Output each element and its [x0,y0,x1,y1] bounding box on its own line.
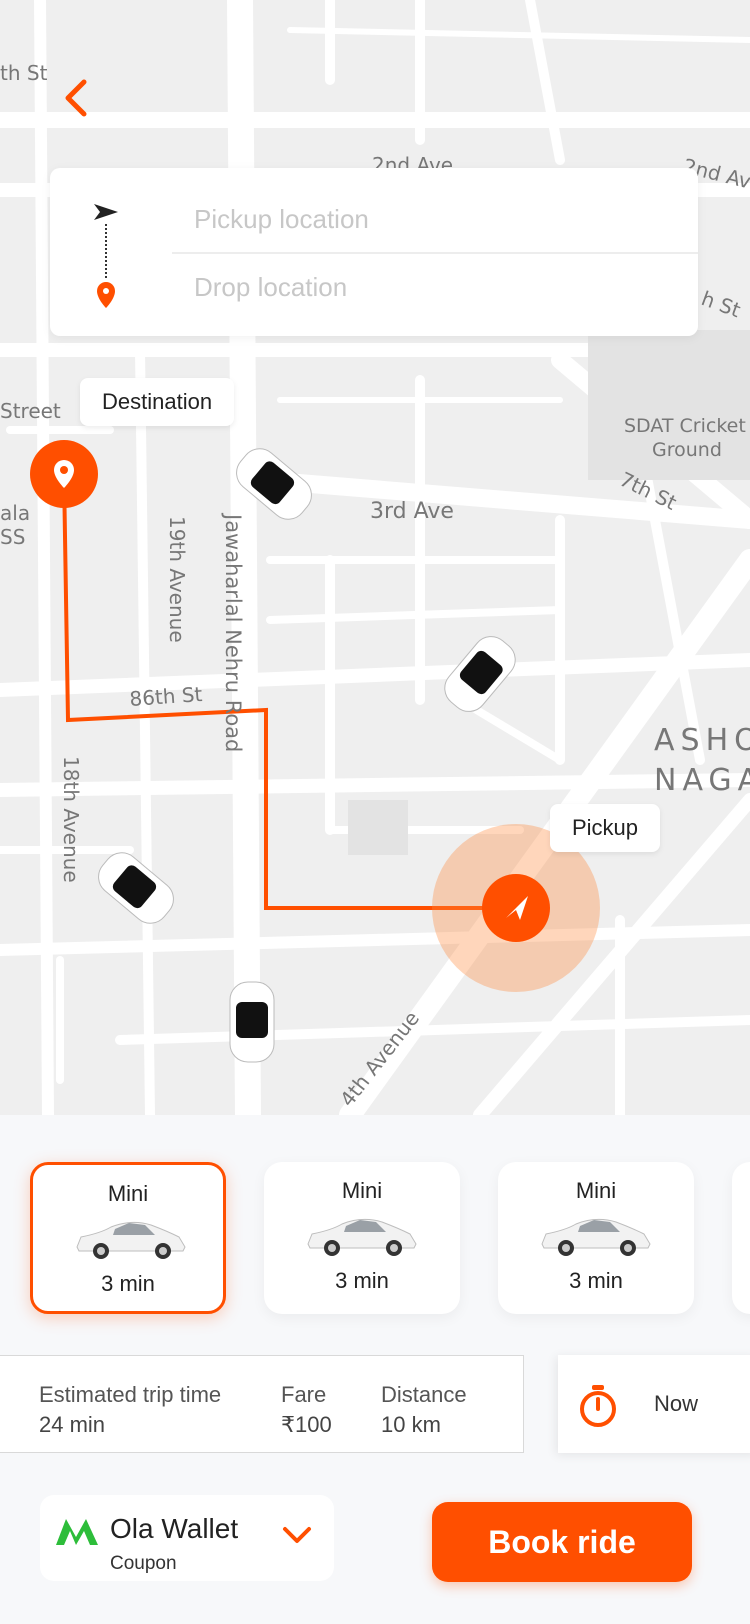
ride-name: Mini [341,1178,383,1203]
ride-eta: 3 min [569,1268,623,1293]
distance: Distance 10 km [381,1380,467,1440]
street-label: SDAT Cricket [624,415,746,437]
location-card [50,168,698,336]
street-label: Street [0,399,61,423]
map[interactable]: th St 2nd Ave 2nd Av h St Street SDAT Cr… [0,0,750,1115]
pickup-tag: Pickup [550,804,661,852]
destination-tag: Destination [80,378,235,426]
fare-value: ₹100 [281,1412,332,1437]
pickup-flag-icon [94,204,118,220]
trip-time-value: 24 min [39,1412,106,1437]
distance-label: Distance [381,1382,467,1407]
schedule-now-button[interactable]: Now [558,1355,750,1453]
ride-option-mini[interactable]: Mini 3 min [30,1162,226,1314]
street-label: Jawaharlal Nehru Road [221,512,245,752]
street-label: 3rd Ave [370,499,454,524]
car-top-icon [98,852,174,924]
car-side-icon [76,1221,186,1259]
ride-eta: 3 min [101,1271,155,1296]
ride-option-mini[interactable]: Mini 3 min [264,1162,460,1314]
street-label: SS [0,525,25,549]
divider [172,252,698,254]
street-label: 4th Avenue [335,1007,424,1112]
ride-name: Mini [575,1178,617,1203]
stopwatch-icon [580,1385,616,1427]
trip-info: Estimated trip time 24 min Fare ₹100 Dis… [0,1355,524,1453]
ride-options: Mini 3 min Mini 3 min Mini 3 min [0,1162,750,1318]
trip-time: Estimated trip time 24 min [39,1380,221,1440]
ola-logo-icon [56,1519,98,1545]
street-label: 86th St [129,682,204,711]
car-top-icon [229,981,275,1063]
payment-title: Ola Wallet [110,1513,239,1544]
street-label: Ground [652,439,722,461]
route-dots [105,224,107,278]
ride-option-partial[interactable] [732,1162,750,1314]
car-side-icon [307,1218,417,1256]
area-label: ASHO [654,723,750,758]
fare: Fare ₹100 [281,1380,332,1440]
distance-value: 10 km [381,1412,441,1437]
street-label: ala [0,501,30,525]
trip-time-label: Estimated trip time [39,1382,222,1407]
chevron-left-icon [65,79,87,117]
payment-subtitle: Coupon [110,1553,177,1574]
drop-input[interactable] [172,256,698,318]
pickup-input[interactable] [172,188,698,250]
book-ride-button[interactable]: Book ride [432,1502,692,1582]
area-label: NAGA [654,763,750,798]
street-label: 19th Avenue [165,516,189,643]
back-button[interactable] [62,78,110,126]
payment-selector[interactable]: Ola Wallet Coupon [40,1495,334,1581]
street-label: h St [698,286,744,322]
car-side-icon [541,1218,651,1256]
schedule-label: Now [654,1391,699,1416]
ride-option-mini[interactable]: Mini 3 min [498,1162,694,1314]
ride-eta: 3 min [335,1268,389,1293]
street-label: 18th Avenue [59,756,83,883]
drop-pin-icon [97,282,115,308]
chevron-down-icon [283,1527,311,1543]
street-label: th St [0,61,48,85]
fare-label: Fare [281,1382,327,1407]
ride-name: Mini [107,1181,149,1206]
